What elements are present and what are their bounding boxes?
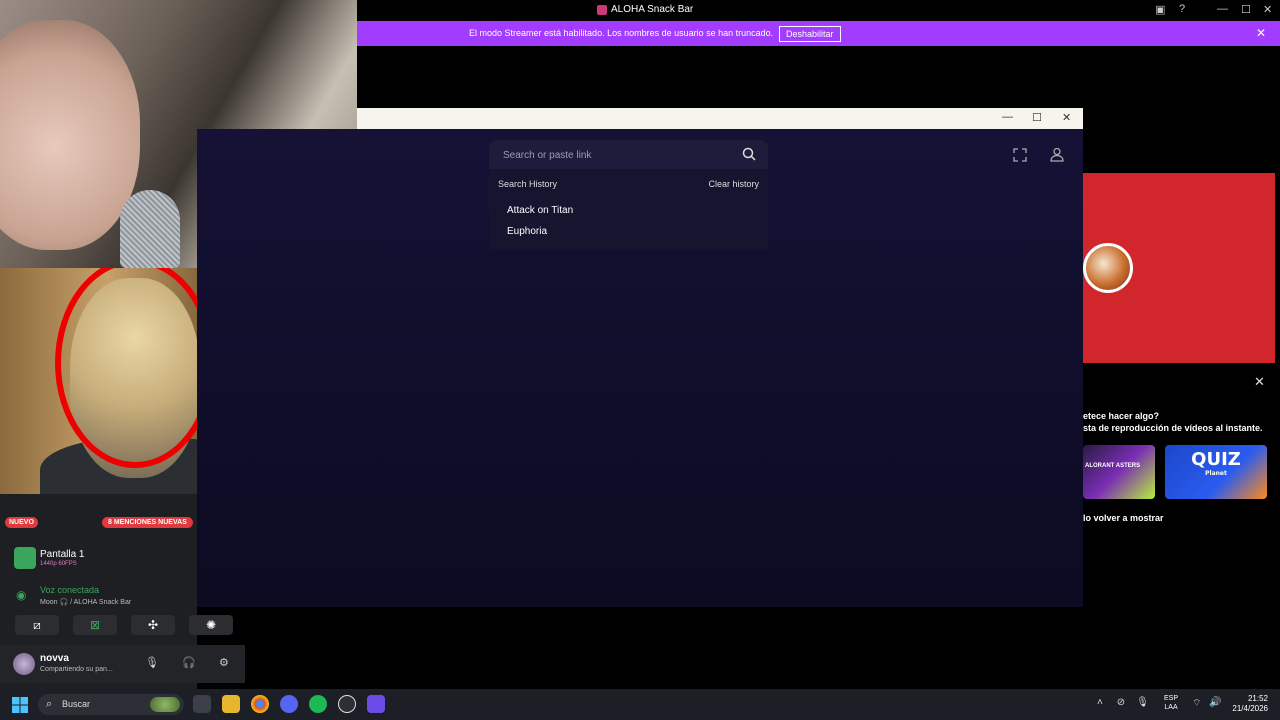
taskbar-search-label: Buscar: [62, 699, 91, 709]
windows-start-icon[interactable]: [12, 697, 28, 713]
close-button[interactable]: ✕: [1263, 3, 1272, 16]
user-name: novva: [40, 653, 69, 664]
signal-icon: ◉: [16, 588, 27, 602]
taskbar: [0, 689, 1280, 720]
new-badge[interactable]: NUEVO: [5, 517, 38, 528]
app-close-button[interactable]: ✕: [1062, 111, 1071, 124]
activity-prompt-title: etece hacer algo?: [1083, 411, 1160, 421]
soundboard-button[interactable]: ✺: [189, 615, 233, 635]
app-logo-icon: [597, 4, 607, 15]
gear-icon[interactable]: ⚙: [219, 656, 229, 669]
avatar[interactable]: [13, 653, 35, 675]
streamer-mode-banner: El modo Streamer está habilitado. Los no…: [357, 21, 1280, 46]
streaming-app-icon[interactable]: [367, 695, 385, 713]
window-titlebar: ALOHA Snack Bar ▣ ? — ☐ ✕: [357, 0, 1280, 21]
close-icon[interactable]: ✕: [1254, 374, 1265, 390]
wifi-icon[interactable]: ⌔: [1192, 697, 1201, 710]
activities-button[interactable]: ✣: [131, 615, 175, 635]
screen-share-quality: 1440p 60FPS: [40, 561, 77, 567]
dismiss-link[interactable]: lo volver a mostrar: [1083, 513, 1164, 523]
streamer-message: El modo Streamer está habilitado. Los no…: [469, 28, 774, 38]
activity-card[interactable]: QUIZ Planet: [1165, 445, 1267, 499]
minimize-button[interactable]: —: [1217, 3, 1228, 15]
maximize-button[interactable]: ☐: [1241, 3, 1251, 16]
help-icon[interactable]: ?: [1179, 3, 1185, 15]
user-panel: [0, 645, 245, 683]
obs-icon[interactable]: [338, 695, 356, 713]
stream-button[interactable]: ⊠: [73, 615, 117, 635]
close-icon[interactable]: ✕: [1256, 26, 1266, 40]
search-history-dropdown: Search History Clear history Attack on T…: [489, 169, 768, 249]
app-minimize-button[interactable]: —: [1002, 111, 1013, 123]
spotify-icon[interactable]: [309, 695, 327, 713]
voice-status[interactable]: Voz conectada: [40, 585, 99, 595]
disable-streamer-button[interactable]: Deshabilitar: [779, 26, 841, 42]
app-maximize-button[interactable]: ☐: [1032, 111, 1042, 124]
voice-channel[interactable]: Moon 🎧 / ALOHA Snack Bar: [40, 598, 131, 606]
camera-off-button[interactable]: ⧄: [15, 615, 59, 635]
user-icon[interactable]: [1050, 147, 1064, 162]
volume-icon[interactable]: 🔊: [1209, 697, 1221, 708]
search-input[interactable]: [503, 147, 733, 163]
activity-card[interactable]: ALORANT ASTERS: [1083, 445, 1155, 499]
person-face: [0, 20, 140, 250]
system-tray[interactable]: ˄ ⊘ 🎙: [1097, 697, 1149, 708]
profile-banner: [1083, 173, 1275, 363]
window-title: ALOHA Snack Bar: [597, 4, 693, 15]
history-item[interactable]: Euphoria: [507, 226, 547, 237]
search-highlight-image: [150, 697, 180, 712]
inbox-icon[interactable]: ▣: [1155, 3, 1165, 16]
screen-share-title: Pantalla 1: [40, 549, 85, 560]
fullscreen-icon[interactable]: [1013, 148, 1027, 162]
chrome-icon[interactable]: [251, 695, 269, 713]
taskbar-search[interactable]: ⌕ Buscar: [38, 694, 184, 715]
profile-avatar[interactable]: [1083, 243, 1133, 293]
language-indicator[interactable]: ESP LAA: [1164, 694, 1178, 712]
screen-share-icon: [14, 547, 36, 569]
taskbar-clock[interactable]: 21:52 21/4/2026: [1228, 694, 1268, 714]
history-item[interactable]: Attack on Titan: [507, 205, 573, 216]
task-view-icon[interactable]: [193, 695, 211, 713]
clear-history-button[interactable]: Clear history: [708, 179, 759, 189]
activity-prompt-subtitle: sta de reproducción de vídeos al instant…: [1083, 423, 1263, 433]
microphone: [120, 190, 180, 268]
microphone-icon[interactable]: 🎙: [145, 656, 159, 669]
search-bar[interactable]: [489, 140, 768, 169]
app-window-titlebar: — ☐ ✕: [357, 108, 1083, 129]
headphones-icon[interactable]: 🎧: [182, 656, 196, 669]
search-icon[interactable]: [742, 147, 756, 161]
search-history-label: Search History: [498, 179, 558, 189]
mentions-badge[interactable]: 8 MENCIONES NUEVAS: [102, 517, 193, 528]
file-explorer-icon[interactable]: [222, 695, 240, 713]
search-icon: ⌕: [46, 698, 53, 710]
user-status: Compartiendo su pan...: [40, 666, 113, 673]
discord-icon[interactable]: [280, 695, 298, 713]
